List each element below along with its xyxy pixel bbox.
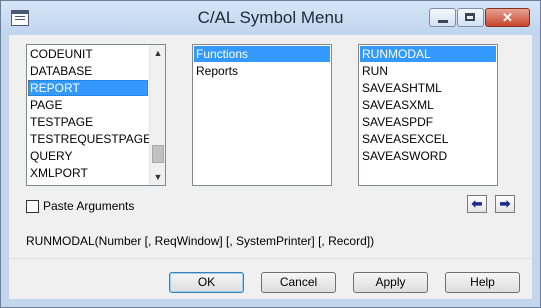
list-item-selected[interactable]: Functions xyxy=(194,46,330,62)
list-item[interactable]: CODEUNIT xyxy=(28,46,148,62)
list-item-selected[interactable]: RUNMODAL xyxy=(360,46,496,62)
maximize-button[interactable] xyxy=(457,8,484,27)
minimize-button[interactable] xyxy=(429,8,456,27)
dialog-window: C/AL Symbol Menu ✕ CODEUNIT DATABASE REP… xyxy=(0,0,541,308)
cancel-button[interactable]: Cancel xyxy=(261,272,336,293)
scroll-thumb[interactable] xyxy=(152,145,164,163)
list-item[interactable]: DATABASE xyxy=(28,63,148,79)
list-item[interactable]: TESTPAGE xyxy=(28,114,148,130)
syntax-text: RUNMODAL(Number [, ReqWindow] [, SystemP… xyxy=(26,234,375,248)
scroll-up-icon[interactable]: ▲ xyxy=(150,45,165,61)
list-item-selected[interactable]: REPORT xyxy=(28,80,148,96)
dialog-body: CODEUNIT DATABASE REPORT PAGE TESTPAGE T… xyxy=(9,35,532,258)
list-item[interactable]: XMLPORT xyxy=(28,165,148,181)
list-item[interactable]: QUERY xyxy=(28,148,148,164)
close-button[interactable]: ✕ xyxy=(485,8,530,27)
title-bar[interactable]: C/AL Symbol Menu ✕ xyxy=(1,1,540,35)
apply-button[interactable]: Apply xyxy=(353,272,428,293)
next-button[interactable]: ➡ xyxy=(495,195,515,213)
list-item[interactable]: Reports xyxy=(194,63,330,79)
button-row: OK Cancel Apply Help xyxy=(9,258,532,299)
list-item[interactable]: SAVEASPDF xyxy=(360,114,496,130)
symbol-groups-list[interactable]: Functions Reports xyxy=(192,44,332,186)
maximize-icon xyxy=(465,13,475,21)
minimize-icon xyxy=(438,20,448,23)
close-icon: ✕ xyxy=(502,10,513,25)
arrow-left-icon: ⬅ xyxy=(471,196,483,211)
list-item[interactable]: SAVEASXML xyxy=(360,97,496,113)
list-item[interactable]: TESTREQUESTPAGE xyxy=(28,131,151,147)
list-item[interactable]: SAVEASWORD xyxy=(360,148,496,164)
help-button[interactable]: Help xyxy=(445,272,520,293)
list-item[interactable]: RUN xyxy=(360,63,496,79)
symbol-members-list[interactable]: RUNMODAL RUN SAVEASHTML SAVEASXML SAVEAS… xyxy=(358,44,498,186)
list-item[interactable]: SAVEASEXCEL xyxy=(360,131,496,147)
paste-arguments-checkbox[interactable] xyxy=(26,200,39,213)
arrow-right-icon: ➡ xyxy=(499,196,511,211)
list-item[interactable]: SAVEASHTML xyxy=(360,80,496,96)
list-item[interactable]: PAGE xyxy=(28,97,148,113)
object-types-list[interactable]: CODEUNIT DATABASE REPORT PAGE TESTPAGE T… xyxy=(26,44,166,186)
ok-button[interactable]: OK xyxy=(169,272,244,293)
previous-button[interactable]: ⬅ xyxy=(467,195,487,213)
vertical-scrollbar[interactable]: ▲ ▼ xyxy=(149,45,165,185)
paste-arguments-label[interactable]: Paste Arguments xyxy=(43,199,134,213)
scroll-down-icon[interactable]: ▼ xyxy=(150,169,165,185)
